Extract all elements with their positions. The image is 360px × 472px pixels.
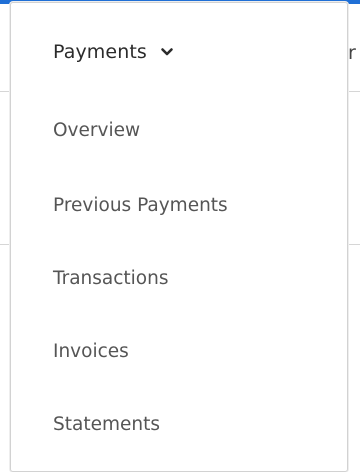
menu-item-previous-payments[interactable]: Previous Payments xyxy=(11,169,347,242)
background-text-fragment: r xyxy=(348,42,356,64)
payments-menu-toggle[interactable]: Payments xyxy=(11,3,347,93)
menu-item-transactions[interactable]: Transactions xyxy=(11,242,347,315)
payments-menu-list: Overview Previous Payments Transactions … xyxy=(11,93,347,461)
menu-item-invoices[interactable]: Invoices xyxy=(11,315,347,388)
payments-menu-title: Payments xyxy=(53,41,147,63)
menu-item-statements[interactable]: Statements xyxy=(11,388,347,461)
payments-dropdown-menu: Payments Overview Previous Payments Tran… xyxy=(10,2,348,472)
menu-item-overview[interactable]: Overview xyxy=(11,93,347,169)
chevron-down-icon xyxy=(160,44,174,58)
